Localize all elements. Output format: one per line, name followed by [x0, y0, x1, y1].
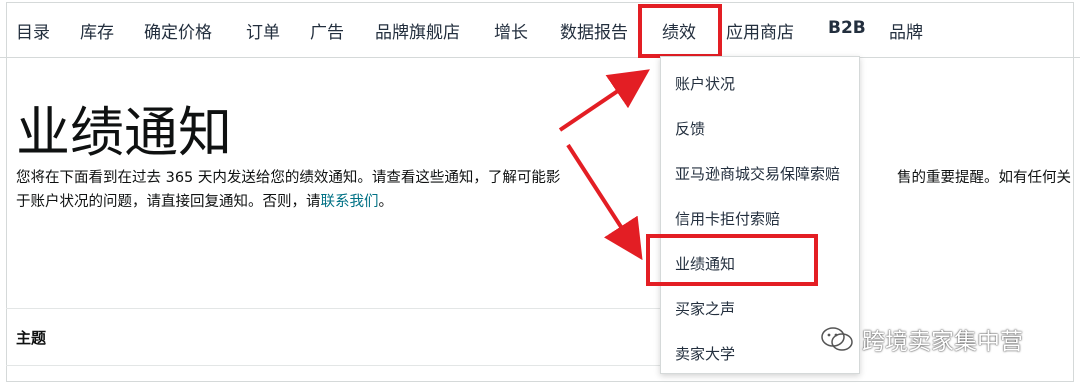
wechat-icon — [821, 327, 853, 351]
watermark-text: 跨境卖家集中营 — [862, 329, 1023, 355]
arrow-to-nav — [558, 69, 650, 132]
watermark: 跨境卖家集中营 — [820, 322, 1023, 356]
arrow-to-menu-item — [566, 143, 643, 261]
